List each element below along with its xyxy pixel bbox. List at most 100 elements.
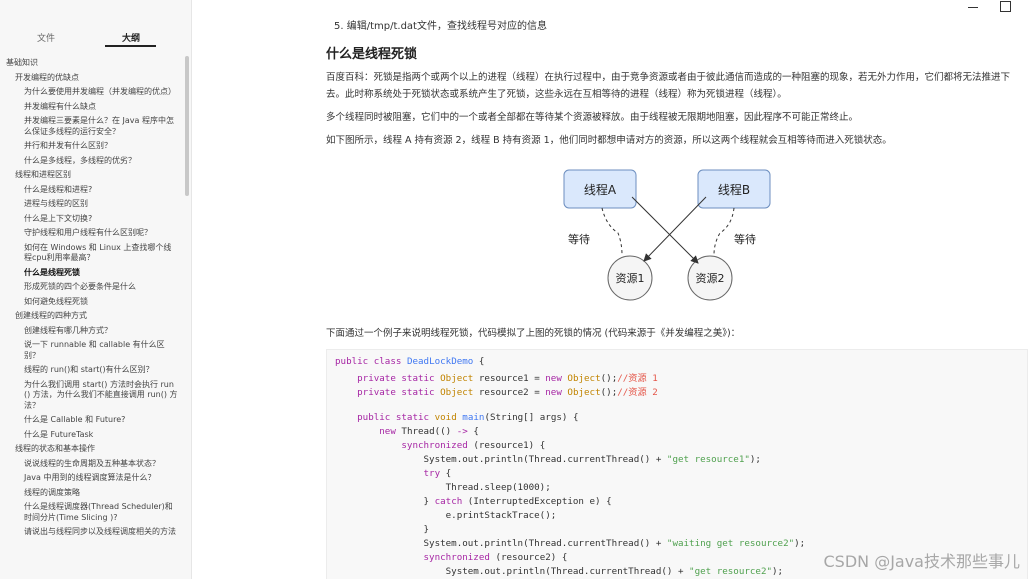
- paragraph-example-intro: 下面通过一个例子来说明线程死锁，代码模拟了上图的死锁的情况 (代码来源于《并发编…: [326, 328, 741, 339]
- code-method-name: main: [462, 412, 485, 423]
- code-line: System.out.println(Thread.currentThread(…: [335, 566, 783, 577]
- code-type: Object: [567, 387, 601, 398]
- outline-item[interactable]: 如何在 Windows 和 Linux 上查找哪个线程cpu利用率最高？: [0, 241, 184, 266]
- code-comment: //资源 2: [617, 387, 658, 398]
- code-line: public static void main(String[] args) {: [335, 412, 578, 423]
- outline-item[interactable]: 请说出与线程同步以及线程调度相关的方法: [0, 525, 184, 540]
- code-keyword: catch: [434, 496, 463, 507]
- active-tab-indicator: [105, 45, 156, 47]
- code-line: Thread.sleep(1000);: [335, 482, 551, 493]
- outline-item[interactable]: 什么是 FutureTask: [0, 428, 184, 443]
- code-text: );: [772, 566, 784, 577]
- wait-label-right: 等待: [734, 232, 756, 246]
- outline-item[interactable]: 什么是线程和进程?: [0, 183, 184, 198]
- sidebar-scrollbar[interactable]: [185, 56, 189, 196]
- code-text: (resource2) {: [489, 552, 568, 563]
- outline-item[interactable]: 说一下 runnable 和 callable 有什么区别？: [0, 338, 184, 363]
- code-keyword: synchronized: [401, 440, 468, 451]
- arrow-a-to-resource-2: [631, 196, 699, 264]
- resource-1-label: 资源1: [616, 271, 645, 285]
- paragraph-figure-intro: 如下图所示，线程 A 持有资源 2，线程 B 持有资源 1，他们同时都想申请对方…: [326, 135, 892, 146]
- outline-item[interactable]: 说说线程的生命周期及五种基本状态？: [0, 457, 184, 472]
- outline-item[interactable]: 创建线程有哪几种方式？: [0, 324, 184, 339]
- outline-item[interactable]: 如何避免线程死锁: [0, 295, 184, 310]
- outline-item[interactable]: 线程的 run()和 start()有什么区别？: [0, 363, 184, 378]
- code-type: Object: [440, 387, 474, 398]
- code-line: synchronized (resource2) {: [335, 552, 568, 563]
- outline-item[interactable]: 线程的状态和基本操作: [0, 442, 184, 457]
- outline-item[interactable]: 并发编程三要素是什么？在 Java 程序中怎么保证多线程的运行安全？: [0, 114, 184, 139]
- sidebar-tabs: 文件 大纲: [0, 0, 191, 50]
- editor-content: 5. 编辑/tmp/t.dat文件，查找线程号对应的信息 什么是线程死锁 百度百…: [192, 0, 1034, 579]
- code-text: {: [473, 356, 485, 367]
- list-item: 5. 编辑/tmp/t.dat文件，查找线程号对应的信息: [334, 21, 547, 32]
- paragraph-blocking: 多个线程同时被阻塞，它们中的一个或者全部都在等待某个资源被释放。由于线程被无限期…: [326, 112, 859, 123]
- code-line: synchronized (resource1) {: [335, 440, 545, 451]
- code-text: System.out.println(Thread.currentThread(…: [423, 538, 667, 549]
- outline-item[interactable]: 线程和进程区别: [0, 168, 184, 183]
- outline-item[interactable]: 并行和并发有什么区别？: [0, 139, 184, 154]
- outline-item[interactable]: 并发编程有什么缺点: [0, 100, 184, 115]
- arrow-b-to-resource-1: [643, 196, 707, 262]
- watermark: CSDN @Java技术那些事儿: [823, 552, 1020, 571]
- code-type: Object: [567, 373, 601, 384]
- paragraph-definition: 百度百科：死锁是指两个或两个以上的进程（线程）在执行过程中，由于竞争资源或者由于…: [326, 72, 1011, 100]
- code-line: System.out.println(Thread.currentThread(…: [335, 538, 806, 549]
- code-string: "get resource1": [666, 454, 750, 465]
- code-text: );: [749, 454, 761, 465]
- outline-item[interactable]: 为什么要使用并发编程（并发编程的优点）: [0, 85, 184, 100]
- wait-curve-left: [601, 207, 623, 256]
- outline-item[interactable]: 什么是线程调度器(Thread Scheduler)和时间分片(Time Sli…: [0, 500, 184, 525]
- code-line: public class DeadLockDemo {: [335, 356, 484, 367]
- code-text: System.out.println(Thread.currentThread(…: [423, 454, 667, 465]
- outline-item[interactable]: 进程与线程的区别: [0, 197, 184, 212]
- outline-item[interactable]: 基础知识: [0, 56, 184, 71]
- outline-item[interactable]: 线程的调度策略: [0, 486, 184, 501]
- code-text: (String[] args) {: [484, 412, 579, 423]
- outline-item[interactable]: 创建线程的四种方式: [0, 309, 184, 324]
- code-line: private static Object resource2 = new Ob…: [335, 384, 658, 398]
- code-text: }: [423, 496, 435, 507]
- outline-item[interactable]: 什么是多线程，多线程的优劣？: [0, 154, 184, 169]
- code-text: (InterruptedException e) {: [462, 496, 612, 507]
- sidebar: 文件 大纲 基础知识 开发编程的优缺点 为什么要使用并发编程（并发编程的优点） 并发编…: [0, 0, 192, 579]
- code-keyword: ->: [456, 426, 468, 437]
- code-line: try {: [335, 468, 452, 479]
- code-string: "waiting get resource2": [666, 538, 795, 549]
- code-keyword: private static: [357, 387, 435, 398]
- wait-curve-right: [713, 207, 735, 256]
- outline-list: 基础知识 开发编程的优缺点 为什么要使用并发编程（并发编程的优点） 并发编程有什么缺点…: [0, 56, 184, 540]
- code-line: e.printStackTrace();: [335, 510, 557, 521]
- code-text: ();: [600, 387, 618, 398]
- tab-outline[interactable]: 大纲: [122, 31, 140, 44]
- code-text: e.printStackTrace();: [445, 510, 557, 521]
- code-keyword: try: [423, 468, 441, 479]
- code-text: Thread((): [395, 426, 457, 437]
- outline-item[interactable]: 什么是 Callable 和 Future?: [0, 413, 184, 428]
- code-text: (resource1) {: [467, 440, 546, 451]
- outline-item[interactable]: 什么是上下文切换?: [0, 212, 184, 227]
- code-keyword: public static: [357, 412, 430, 423]
- code-line: new Thread(() -> {: [335, 426, 479, 437]
- code-block[interactable]: public class DeadLockDemo { private stat…: [326, 349, 1028, 579]
- code-keyword: private static: [357, 373, 435, 384]
- code-text: ();: [600, 373, 618, 384]
- resource-2-label: 资源2: [696, 271, 725, 285]
- code-text: {: [467, 426, 479, 437]
- outline-item[interactable]: Java 中用到的线程调度算法是什么？: [0, 471, 184, 486]
- outline-item[interactable]: 守护线程和用户线程有什么区别呢？: [0, 226, 184, 241]
- code-keyword: public class: [335, 356, 402, 367]
- tab-files[interactable]: 文件: [37, 31, 55, 44]
- code-line: } catch (InterruptedException e) {: [335, 496, 612, 507]
- code-comment: //资源 1: [617, 373, 658, 384]
- outline-item[interactable]: 形成死锁的四个必要条件是什么: [0, 280, 184, 295]
- thread-a-label: 线程A: [584, 182, 617, 197]
- code-keyword: new: [379, 426, 396, 437]
- outline-item[interactable]: 什么是线程死锁: [0, 266, 184, 281]
- code-text: System.out.println(Thread.currentThread(…: [445, 566, 690, 577]
- code-line: private static Object resource1 = new Ob…: [335, 370, 658, 384]
- outline-item[interactable]: 为什么我们调用 start() 方法时会执行 run() 方法，为什么我们不能直…: [0, 378, 184, 414]
- code-line: }: [335, 524, 430, 535]
- code-text: resource1 =: [473, 373, 546, 384]
- outline-item[interactable]: 开发编程的优缺点: [0, 71, 184, 86]
